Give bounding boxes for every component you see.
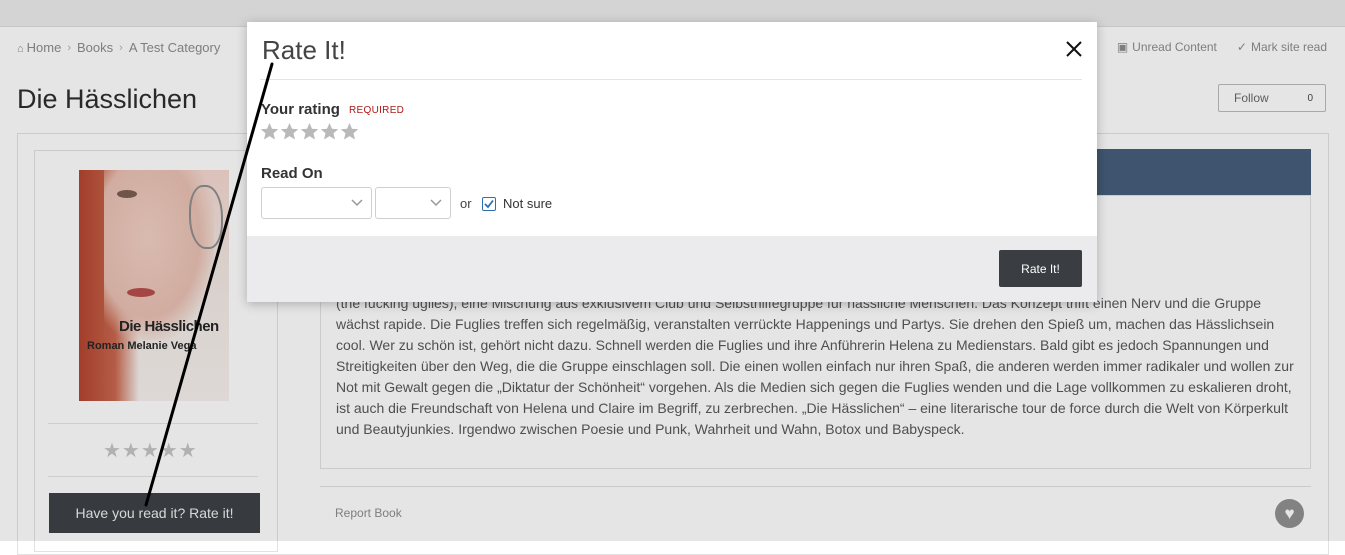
not-sure-label[interactable]: Not sure xyxy=(503,196,552,211)
rate-it-modal: Rate It! Your rating REQUIRED Read On or… xyxy=(247,22,1097,302)
modal-divider xyxy=(260,79,1082,80)
star-icon[interactable] xyxy=(260,122,279,141)
star-icon[interactable] xyxy=(340,122,359,141)
month-select[interactable] xyxy=(261,187,372,219)
close-button[interactable] xyxy=(1064,39,1084,59)
chevron-down-icon xyxy=(351,199,363,207)
not-sure-checkbox[interactable] xyxy=(482,197,496,211)
rate-it-submit-button[interactable]: Rate It! xyxy=(999,250,1082,287)
star-icon[interactable] xyxy=(280,122,299,141)
year-select[interactable] xyxy=(375,187,451,219)
close-icon xyxy=(1066,41,1082,57)
rating-stars xyxy=(260,122,359,141)
check-icon xyxy=(484,199,494,209)
chevron-down-icon xyxy=(430,199,442,207)
required-badge: REQUIRED xyxy=(349,105,405,116)
star-icon[interactable] xyxy=(300,122,319,141)
or-label: or xyxy=(460,196,472,211)
read-on-label: Read On xyxy=(261,165,323,182)
modal-footer: Rate It! xyxy=(247,236,1097,302)
modal-title: Rate It! xyxy=(262,35,346,65)
star-icon[interactable] xyxy=(320,122,339,141)
rating-label: Your rating xyxy=(261,101,340,118)
